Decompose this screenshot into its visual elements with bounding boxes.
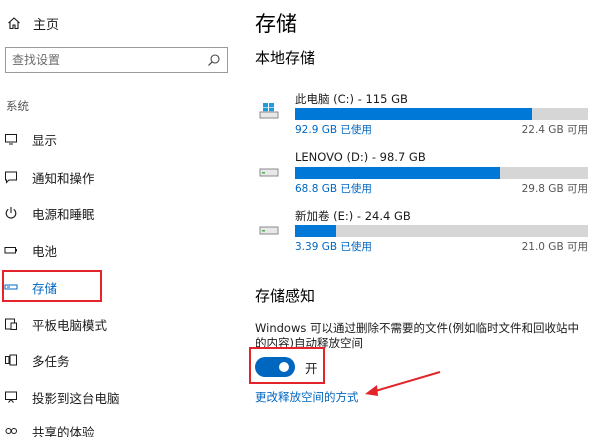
sidebar-item-notifications[interactable]: 通知和操作 <box>0 163 236 191</box>
sidebar-item-shared-experience[interactable]: 共享的体验 <box>0 419 236 437</box>
storage-sense-heading: 存储感知 <box>255 287 316 305</box>
drive-usage-fill <box>295 108 533 120</box>
drive-used-text: 3.39 GB 已使用 <box>295 241 372 253</box>
drive-name: 新加卷 (E:) - 24.4 GB <box>295 209 411 223</box>
drive-c[interactable]: 此电脑 (C:) - 115 GB 92.9 GB 已使用 22.4 GB 可用 <box>255 91 595 137</box>
projecting-icon <box>4 390 18 404</box>
home-icon <box>7 16 21 30</box>
sidebar-item-display[interactable]: 显示 <box>0 125 236 153</box>
sidebar-item-projecting[interactable]: 投影到这台电脑 <box>0 383 236 411</box>
drive-usage-fill <box>295 167 501 179</box>
sidebar-item-label: 显示 <box>32 132 58 148</box>
sidebar-item-label: 多任务 <box>32 353 70 369</box>
section-label-system: 系统 <box>6 99 29 113</box>
sidebar-item-label: 平板电脑模式 <box>32 317 108 333</box>
sidebar-item-label: 电源和睡眠 <box>32 206 95 222</box>
drive-usage-fill <box>295 225 337 237</box>
drive-free-text: 22.4 GB 可用 <box>521 124 588 136</box>
sidebar-item-multitasking[interactable]: 多任务 <box>0 346 236 374</box>
hard-drive-icon <box>258 161 280 181</box>
sidebar-item-tablet-mode[interactable]: 平板电脑模式 <box>0 310 236 338</box>
change-free-space-link[interactable]: 更改释放空间的方式 <box>255 389 359 405</box>
power-icon <box>4 206 18 220</box>
page-title: 存储 <box>255 12 297 36</box>
home-label: 主页 <box>33 17 60 33</box>
search-icon[interactable] <box>207 53 221 67</box>
windows-drive-icon <box>258 102 280 122</box>
sidebar-item-label: 投影到这台电脑 <box>32 390 120 406</box>
sidebar-item-label: 共享的体验 <box>32 424 95 437</box>
display-icon <box>4 132 18 146</box>
drive-e[interactable]: 新加卷 (E:) - 24.4 GB 3.39 GB 已使用 21.0 GB 可… <box>255 208 595 254</box>
annotation-highlight-toggle <box>249 347 325 384</box>
tablet-mode-icon <box>4 317 18 331</box>
home-nav-item[interactable]: 主页 <box>7 12 59 34</box>
multitasking-icon <box>4 353 18 367</box>
drive-free-text: 21.0 GB 可用 <box>521 241 588 253</box>
search-box[interactable] <box>5 47 228 73</box>
sidebar-item-label: 电池 <box>32 243 58 259</box>
shared-experience-icon <box>4 424 18 437</box>
drive-usage-bar <box>295 167 588 179</box>
settings-sidebar: 主页 系统 显示 通知和操作 电源和睡眠 电池 存储 <box>0 0 240 437</box>
drive-usage-bar <box>295 108 588 120</box>
drive-d[interactable]: LENOVO (D:) - 98.7 GB 68.8 GB 已使用 29.8 G… <box>255 150 595 196</box>
drive-name: 此电脑 (C:) - 115 GB <box>295 92 408 106</box>
sidebar-item-battery[interactable]: 电池 <box>0 236 236 264</box>
battery-icon <box>4 243 18 257</box>
hard-drive-icon <box>258 219 280 239</box>
drive-free-text: 29.8 GB 可用 <box>521 183 588 195</box>
local-storage-heading: 本地存储 <box>255 49 316 67</box>
search-input[interactable] <box>12 53 207 67</box>
drive-used-text: 92.9 GB 已使用 <box>295 124 372 136</box>
sidebar-item-power-sleep[interactable]: 电源和睡眠 <box>0 199 236 227</box>
drive-used-text: 68.8 GB 已使用 <box>295 183 372 195</box>
drive-name: LENOVO (D:) - 98.7 GB <box>295 150 426 164</box>
annotation-highlight-storage <box>2 270 102 302</box>
notification-icon <box>4 170 18 184</box>
drive-usage-bar <box>295 225 588 237</box>
sidebar-item-label: 通知和操作 <box>32 170 95 186</box>
